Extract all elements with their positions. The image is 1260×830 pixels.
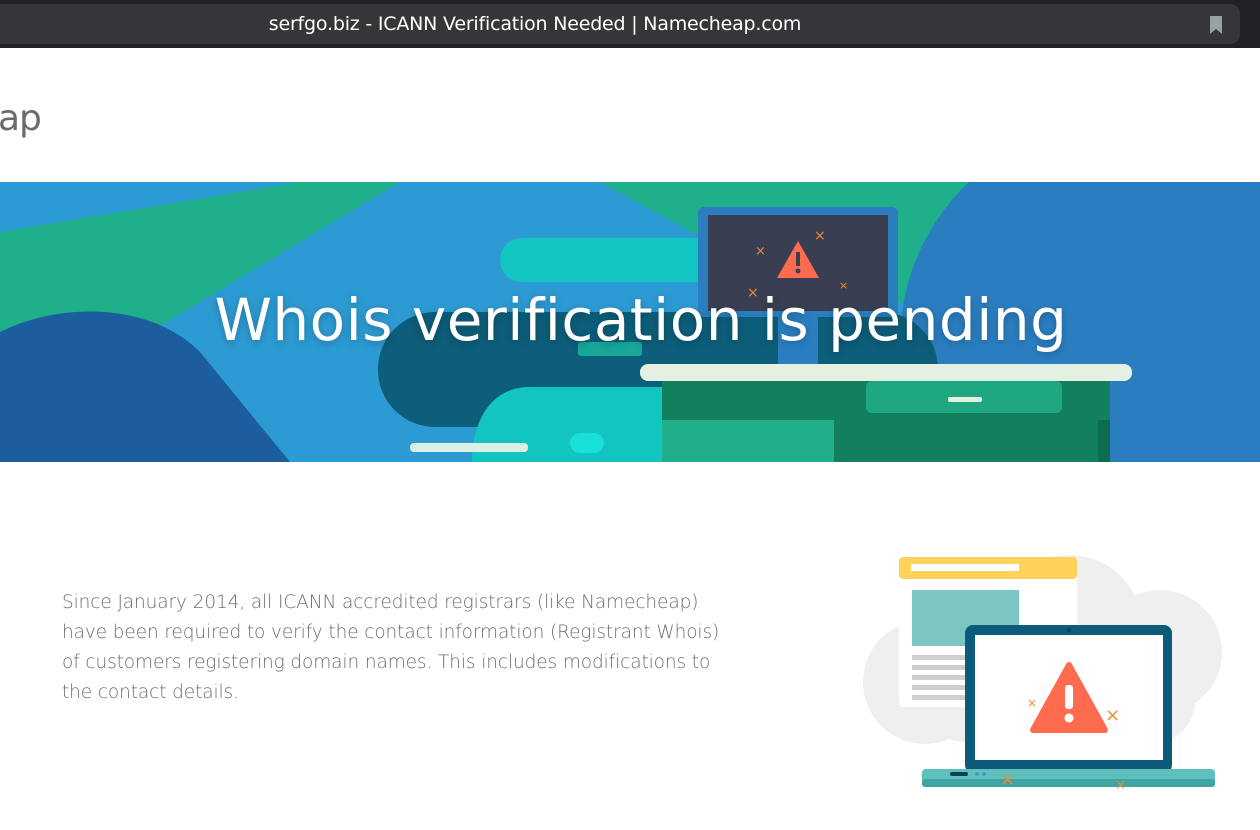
address-bar[interactable]: serfgo.biz - ICANN Verification Needed |… <box>0 4 1240 44</box>
site-logo[interactable]: ap <box>0 98 42 139</box>
browser-titlebar: serfgo.biz - ICANN Verification Needed |… <box>0 0 1260 48</box>
bookmark-icon[interactable] <box>1206 14 1226 36</box>
svg-text:×: × <box>1115 778 1126 793</box>
laptop-icon: × × × × <box>922 625 1215 793</box>
svg-text:×: × <box>1000 769 1015 790</box>
svg-text:×: × <box>1105 705 1120 726</box>
verification-illustration: × × × × <box>863 555 1222 793</box>
svg-text:×: × <box>755 244 766 259</box>
page-tab-title: serfgo.biz - ICANN Verification Needed |… <box>268 13 802 35</box>
svg-text:×: × <box>1027 696 1037 710</box>
main-content: Since January 2014, all ICANN accredited… <box>0 462 1260 830</box>
desk-illustration <box>640 364 1132 462</box>
page-title: Whois verification is pending <box>214 286 1068 354</box>
svg-text:×: × <box>814 228 826 244</box>
intro-paragraph: Since January 2014, all ICANN accredited… <box>62 592 720 703</box>
site-header: ap <box>0 48 1260 182</box>
hero-banner: × × × × Whois verification is pending <box>0 182 1260 462</box>
